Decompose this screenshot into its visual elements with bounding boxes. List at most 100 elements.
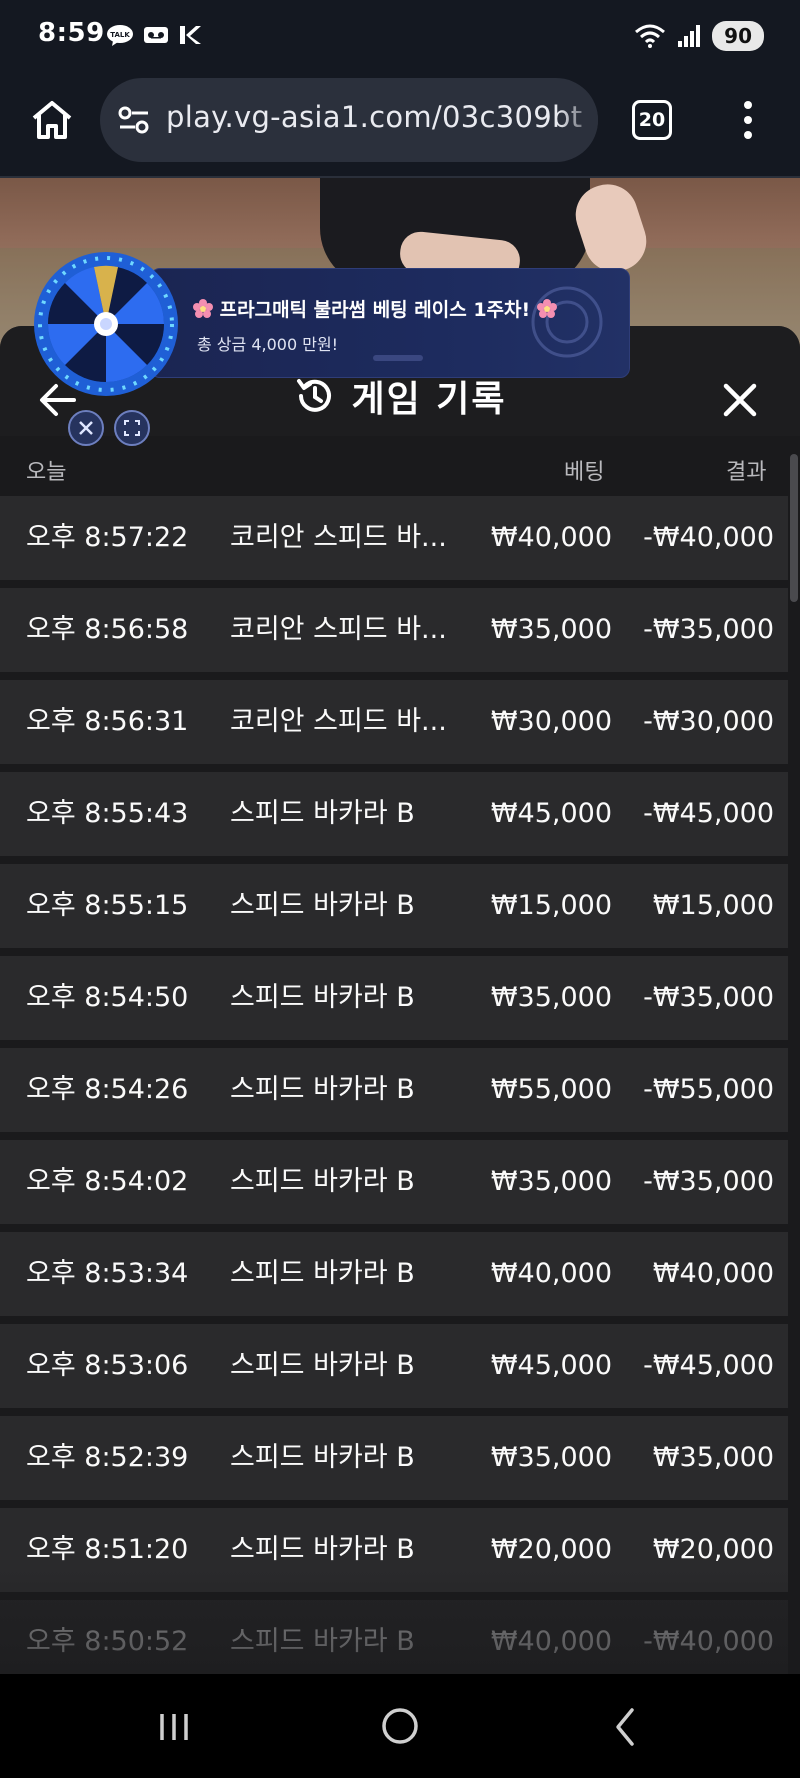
- home-icon[interactable]: [28, 96, 76, 144]
- row-bet: ₩55,000: [490, 1074, 612, 1105]
- wheel-close-button[interactable]: [68, 410, 104, 446]
- game-history-sheet: 게임 기록 오늘 베팅 결과 오후 8:57:22 코리안 스피드 바... ₩…: [0, 326, 800, 1674]
- recent-apps-icon[interactable]: [144, 1702, 204, 1752]
- table-row[interactable]: 오후 8:50:52 스피드 바카라 B ₩40,000 -₩40,000: [0, 1600, 788, 1674]
- row-time: 오후 8:52:39: [26, 1442, 189, 1473]
- promo-title-line: 프라그매틱 불라썸 베팅 레이스 1주차!: [193, 295, 557, 322]
- row-result: -₩35,000: [643, 982, 774, 1013]
- table-row[interactable]: 오후 8:57:22 코리안 스피드 바... ₩40,000 -₩40,000: [0, 496, 788, 580]
- flower-icon: [193, 299, 213, 318]
- voicemail-icon: [144, 27, 168, 43]
- status-bar: 8:59 TALK 90: [0, 0, 800, 74]
- wheel-expand-button[interactable]: [114, 410, 150, 446]
- flower-icon: [536, 299, 557, 318]
- table-row[interactable]: 오후 8:55:15 스피드 바카라 B ₩15,000 ₩15,000: [0, 864, 788, 948]
- row-result: ₩20,000: [652, 1534, 774, 1565]
- row-time: 오후 8:56:58: [26, 614, 189, 645]
- wifi-icon: [635, 24, 666, 48]
- promo-banner[interactable]: 프라그매틱 불라썸 베팅 레이스 1주차! 총 상금 4,000 만원!: [150, 268, 630, 378]
- row-time: 오후 8:51:20: [26, 1534, 189, 1565]
- row-time: 오후 8:54:26: [26, 1074, 189, 1105]
- row-bet: ₩40,000: [490, 1258, 612, 1289]
- table-row[interactable]: 오후 8:55:43 스피드 바카라 B ₩45,000 -₩45,000: [0, 772, 788, 856]
- table-row[interactable]: 오후 8:52:39 스피드 바카라 B ₩35,000 ₩35,000: [0, 1416, 788, 1500]
- address-bar[interactable]: play.vg-asia1.com/03c309bt: [100, 78, 598, 162]
- row-game: 스피드 바카라 B: [230, 1166, 415, 1197]
- close-icon[interactable]: [722, 382, 758, 418]
- row-bet: ₩35,000: [490, 1166, 612, 1197]
- row-bet: ₩45,000: [490, 1350, 612, 1381]
- row-game: 스피드 바카라 B: [230, 1350, 415, 1381]
- site-settings-icon[interactable]: [116, 102, 152, 138]
- row-result: -₩30,000: [643, 706, 774, 737]
- row-game: 스피드 바카라 B: [230, 1258, 415, 1289]
- table-row[interactable]: 오후 8:54:02 스피드 바카라 B ₩35,000 -₩35,000: [0, 1140, 788, 1224]
- table-row[interactable]: 오후 8:56:58 코리안 스피드 바... ₩35,000 -₩35,000: [0, 588, 788, 672]
- expand-icon: [124, 420, 140, 436]
- browser-toolbar: play.vg-asia1.com/03c309bt 20: [0, 74, 800, 178]
- row-bet: ₩35,000: [490, 982, 612, 1013]
- prize-wheel-icon[interactable]: [32, 250, 180, 398]
- url-text[interactable]: play.vg-asia1.com/03c309bt: [166, 100, 582, 134]
- home-nav-icon[interactable]: [370, 1702, 430, 1752]
- back-nav-icon[interactable]: [596, 1702, 656, 1752]
- row-game: 스피드 바카라 B: [230, 890, 415, 921]
- row-result: -₩55,000: [643, 1074, 774, 1105]
- signal-icon: [678, 25, 701, 47]
- row-bet: ₩15,000: [490, 890, 612, 921]
- row-result: ₩15,000: [652, 890, 774, 921]
- battery-icon: 90: [712, 21, 764, 51]
- row-bet: ₩20,000: [490, 1534, 612, 1565]
- url-fade: [558, 78, 598, 162]
- tabs-icon[interactable]: 20: [632, 100, 672, 140]
- svg-text:TALK: TALK: [110, 31, 130, 39]
- row-game: 스피드 바카라 B: [230, 1534, 415, 1565]
- row-game: 코리안 스피드 바...: [230, 614, 447, 645]
- promo-handle: [373, 355, 423, 361]
- row-game: 스피드 바카라 B: [230, 982, 415, 1013]
- table-row[interactable]: 오후 8:53:06 스피드 바카라 B ₩45,000 -₩45,000: [0, 1324, 788, 1408]
- row-game: 스피드 바카라 B: [230, 798, 415, 829]
- column-header-result: 결과: [726, 460, 767, 485]
- talk-icon: TALK: [107, 25, 133, 46]
- row-time: 오후 8:54:02: [26, 1166, 189, 1197]
- status-time: 8:59: [38, 18, 105, 48]
- row-bet: ₩40,000: [490, 1626, 612, 1657]
- table-row[interactable]: 오후 8:56:31 코리안 스피드 바... ₩30,000 -₩30,000: [0, 680, 788, 764]
- row-time: 오후 8:55:15: [26, 890, 189, 921]
- row-time: 오후 8:55:43: [26, 798, 189, 829]
- row-result: -₩40,000: [643, 1626, 774, 1657]
- table-row[interactable]: 오후 8:54:50 스피드 바카라 B ₩35,000 -₩35,000: [0, 956, 788, 1040]
- row-time: 오후 8:50:52: [26, 1626, 189, 1657]
- status-right-group: 90: [634, 20, 764, 52]
- row-time: 오후 8:57:22: [26, 522, 189, 553]
- row-result: -₩45,000: [643, 1350, 774, 1381]
- column-header-date: 오늘: [26, 460, 67, 485]
- table-row[interactable]: 오후 8:54:26 스피드 바카라 B ₩55,000 -₩55,000: [0, 1048, 788, 1132]
- column-header-bet: 베팅: [564, 460, 605, 485]
- menu-icon[interactable]: [736, 96, 760, 144]
- row-result: ₩40,000: [652, 1258, 774, 1289]
- row-bet: ₩35,000: [490, 614, 612, 645]
- row-time: 오후 8:54:50: [26, 982, 189, 1013]
- table-row[interactable]: 오후 8:51:20 스피드 바카라 B ₩20,000 ₩20,000: [0, 1508, 788, 1592]
- table-row[interactable]: 오후 8:53:34 스피드 바카라 B ₩40,000 ₩40,000: [0, 1232, 788, 1316]
- row-bet: ₩40,000: [490, 522, 612, 553]
- row-result: -₩45,000: [643, 798, 774, 829]
- row-game: 코리안 스피드 바...: [230, 522, 447, 553]
- scrollbar[interactable]: [790, 454, 798, 602]
- row-time: 오후 8:53:06: [26, 1350, 189, 1381]
- row-time: 오후 8:53:34: [26, 1258, 189, 1289]
- row-result: -₩40,000: [643, 522, 774, 553]
- promo-subtitle: 총 상금 4,000 만원!: [197, 335, 339, 354]
- promo-title: 프라그매틱 불라썸 베팅 레이스 1주차!: [219, 299, 531, 321]
- row-time: 오후 8:56:31: [26, 706, 189, 737]
- promo-decoration: [531, 286, 603, 358]
- row-game: 스피드 바카라 B: [230, 1074, 415, 1105]
- history-icon: [297, 379, 332, 412]
- row-bet: ₩30,000: [490, 706, 612, 737]
- row-game: 코리안 스피드 바...: [230, 706, 447, 737]
- row-game: 스피드 바카라 B: [230, 1442, 415, 1473]
- row-result: -₩35,000: [643, 1166, 774, 1197]
- system-nav-bar: [0, 1674, 800, 1778]
